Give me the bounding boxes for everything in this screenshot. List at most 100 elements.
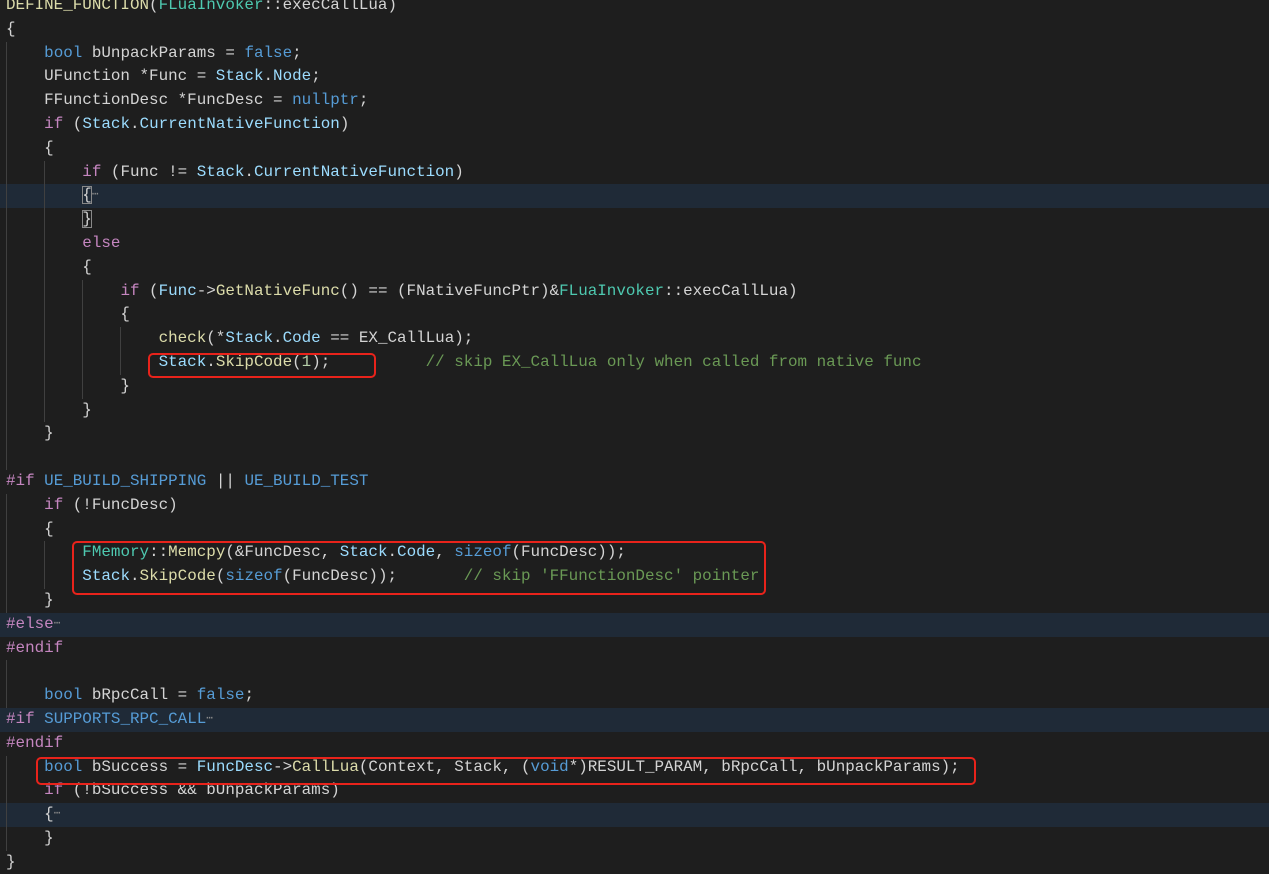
indent-guide [82,374,84,399]
indent-guide [6,374,7,399]
code-token: if [44,495,64,514]
code-line[interactable]: else [0,231,1269,256]
code-token: -> [196,281,216,300]
fold-ellipsis-icon[interactable]: ⋯ [54,618,61,630]
indent-guide [6,588,7,613]
code-token: (!FuncDesc) [63,495,178,514]
code-token: CurrentNativeFunction [139,114,340,133]
code-line[interactable]: { [0,255,1269,280]
code-token: #if [6,709,35,728]
indent-guide [6,565,7,589]
indent-guide [120,327,122,351]
indent-guide [6,398,7,423]
fold-ellipsis-icon[interactable]: ⋯ [206,713,213,725]
code-line[interactable]: if (Func != Stack.CurrentNativeFunction) [0,160,1269,185]
indent-guide [6,279,7,304]
code-line[interactable]: FFunctionDesc *FuncDesc = nullptr; [0,89,1269,113]
code-token: Stack [82,114,130,133]
code-token: Code [282,329,321,348]
indent-guide [44,255,46,280]
indent-guide [6,755,7,780]
code-line[interactable]: {⋯ [0,184,1269,209]
code-line[interactable] [0,660,1269,685]
code-line[interactable]: bool bRpcCall = false; [0,684,1269,708]
code-line[interactable]: #endif [0,732,1269,756]
code-token: } [6,828,54,847]
indent-guide [6,541,7,566]
indent-guide [6,803,7,827]
code-line[interactable]: { [0,517,1269,542]
code-token: Node [273,67,312,86]
indent-guide [120,350,122,375]
fold-ellipsis-icon[interactable]: ⋯ [54,808,61,820]
code-token: } [6,376,130,395]
code-token: . [244,162,254,181]
code-line[interactable]: UFunction *Func = Stack.Node; [0,65,1269,90]
code-line[interactable]: if (Func->GetNativeFunc() == (FNativeFun… [0,279,1269,304]
indent-guide [6,327,7,351]
code-token: #else [6,614,54,633]
code-editor[interactable]: DEFINE_FUNCTION(FLuaInvoker::execCallLua… [0,0,1269,874]
code-line[interactable]: {⋯ [0,803,1269,827]
code-token: UFunction *Func = [6,67,216,86]
code-line[interactable]: } [0,208,1269,232]
code-token: ( [149,0,159,14]
code-token: GetNativeFunc [215,281,340,300]
code-token: } [6,424,54,443]
indent-guide [82,327,84,351]
code-line[interactable]: #if UE_BUILD_SHIPPING || UE_BUILD_TEST [0,470,1269,494]
code-line[interactable]: check(*Stack.Code == EX_CallLua); [0,327,1269,351]
code-token: () == (FNativeFuncPtr)& [339,281,560,300]
code-token: nullptr [292,91,359,110]
code-line[interactable]: #endif [0,637,1269,661]
code-line[interactable]: } [0,422,1269,447]
code-token: { [6,138,54,157]
code-line[interactable]: if (Stack.CurrentNativeFunction) [0,112,1269,137]
code-token: ) [339,114,350,133]
code-token: . [263,67,274,86]
code-line[interactable]: bool bUnpackParams = false; [0,41,1269,66]
code-token: false [196,686,245,705]
code-token: . [273,329,283,348]
code-line[interactable]: } [0,374,1269,399]
code-line[interactable]: { [0,136,1269,161]
code-line[interactable]: #if SUPPORTS_RPC_CALL⋯ [0,707,1269,732]
code-line[interactable]: if (!FuncDesc) [0,493,1269,518]
indent-guide [44,279,46,304]
code-token: ; [292,43,302,62]
code-line[interactable]: } [0,826,1269,851]
indent-guide [44,160,46,185]
code-token: } [6,400,92,419]
code-line[interactable] [0,446,1269,470]
code-token: Stack [225,329,274,348]
code-line[interactable]: } [0,851,1269,874]
code-comment: // skip EX_CallLua only when called from… [425,352,922,371]
highlight-box-memcpy [72,541,766,595]
code-line[interactable]: #else⋯ [0,612,1269,637]
code-line[interactable]: } [0,398,1269,423]
indent-guide [6,517,7,542]
indent-guide [44,350,46,375]
indent-guide [6,350,7,375]
fold-ellipsis-icon[interactable]: ⋯ [92,189,99,201]
code-token: { [82,186,92,205]
indent-guide [6,446,7,470]
indent-guide [44,541,46,566]
code-token: || [206,471,245,490]
indent-guide [44,184,46,209]
code-line[interactable]: { [0,303,1269,328]
code-token: { [6,19,16,38]
code-token: ( [139,281,159,300]
code-token: ( [63,114,83,133]
code-line[interactable]: { [0,18,1269,42]
indent-guide [6,65,7,90]
code-line[interactable]: DEFINE_FUNCTION(FLuaInvoker::execCallLua… [0,0,1269,18]
code-token: bUnpackParams = [82,43,245,62]
code-token: bool [44,43,83,62]
indent-guide [44,398,46,423]
code-token: (* [206,329,226,348]
indent-guide [6,136,7,161]
